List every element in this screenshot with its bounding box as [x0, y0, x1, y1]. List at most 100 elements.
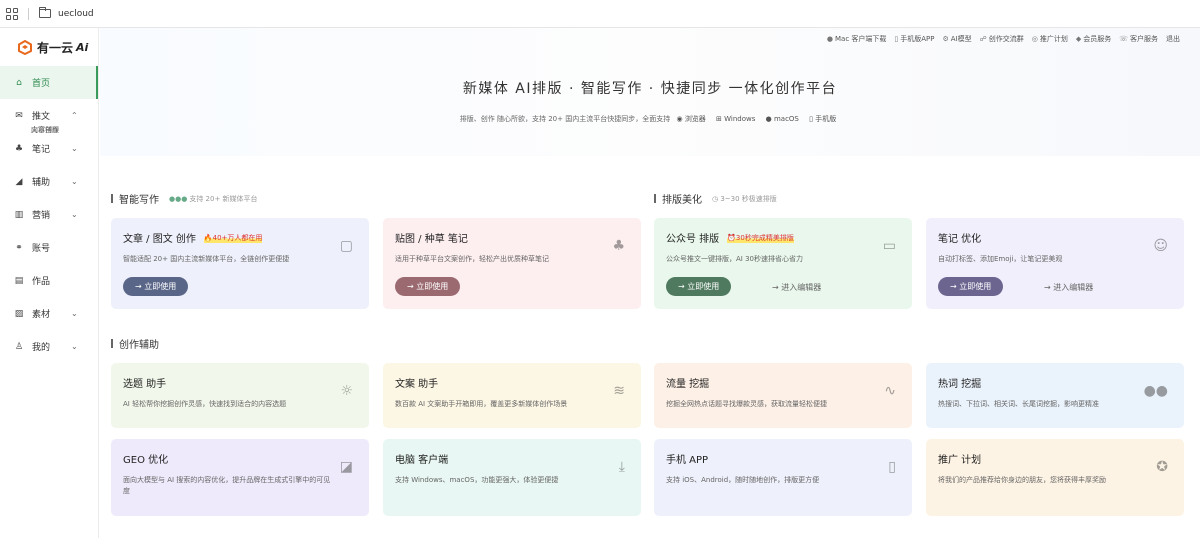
hero-banner: ● Mac 客户端下载 ▯ 手机版APP ⚙ AI模型 ☍ 创作交流群 ◎ 推广计划 ◆ 会… [100, 28, 1200, 156]
chevron-down-icon: ⌄ [71, 309, 78, 318]
button-label: 立即使用 [687, 282, 720, 291]
promotion-link[interactable]: ◎ 推广计划 [1032, 34, 1068, 44]
sidebar-item-mine[interactable]: ♙ 我的 ⌄ [0, 330, 98, 363]
ai-model-link[interactable]: ⚙ AI模型 [943, 34, 972, 44]
chevron-down-icon: ⌄ [71, 210, 78, 219]
gear-icon: ⚙ [942, 35, 949, 43]
card-desktop-client[interactable]: 电脑 客户端 支持 Windows、macOS，功能更强大，体验更便捷 ⤓ [383, 439, 641, 516]
download-icon: ⤓ [618, 459, 625, 475]
sidebar-item-works[interactable]: ▤ 作品 [0, 264, 98, 297]
phone-icon: ▯ [894, 35, 899, 43]
link-label: 进入编辑器 [1053, 283, 1094, 292]
card-title: 文案 助手 [395, 379, 439, 390]
badge-text: 30秒完成精美排版 [735, 233, 794, 242]
logo[interactable]: 有一云 Ai [0, 28, 98, 66]
card-title: 流量 挖掘 [666, 379, 710, 390]
chart-icon: ◢ [15, 176, 23, 187]
badge-text: 40+万人都在用 [212, 233, 263, 242]
sidebar-item-material[interactable]: ▨ 素材 ⌄ [0, 297, 98, 330]
card-desc: 面向大模型与 AI 搜索的内容优化，提升品牌在生成式引擎中的可见度 [123, 476, 331, 495]
card-desc: 数百款 AI 文案助手开箱即用，覆盖更多新媒体创作场景 [395, 400, 568, 408]
chevron-down-icon: ⌄ [71, 342, 78, 351]
sidebar-item-marketing[interactable]: ▥ 营销 ⌄ [0, 198, 98, 231]
support-link[interactable]: ☏ 客户服务 [1119, 34, 1158, 44]
sidebar-item-home[interactable]: ⌂ 首页 [0, 66, 98, 99]
target-icon: ◎ [1031, 35, 1038, 43]
button-label: 立即使用 [959, 282, 992, 291]
button-label: 立即使用 [416, 282, 449, 291]
sidebar-item-label: 素材 [32, 310, 51, 320]
document-icon: ▤ [14, 275, 24, 286]
card-hotword[interactable]: 热词 挖掘 热搜词、下拉词、相关词、长尾词挖掘，影响更精准 ●● [926, 363, 1184, 428]
chat-icon: ☍ [979, 35, 987, 43]
use-now-button[interactable]: → 立即使用 [938, 277, 1004, 296]
platform-logos-icon: ●●● [169, 194, 188, 203]
link-label: 客户服务 [1130, 35, 1158, 43]
logo-icon [18, 39, 32, 55]
apps-grid-icon[interactable] [6, 7, 18, 20]
browser-bar: uecloud [0, 0, 1200, 28]
note-text: 3~30 秒极速排版 [720, 194, 777, 203]
main-content: ● Mac 客户端下载 ▯ 手机版APP ⚙ AI模型 ☍ 创作交流群 ◎ 推广计划 ◆ 会… [100, 28, 1200, 538]
sidebar-item-label: 笔记 [32, 145, 51, 155]
card-note-optimize[interactable]: 笔记 优化 自动打标签、添加Emoji，让笔记更美观 ☺ → 立即使用 → 进入… [926, 218, 1184, 309]
mobile-app-link[interactable]: ▯ 手机版APP [894, 34, 934, 44]
membership-link[interactable]: ◆ 会员服务 [1076, 34, 1111, 44]
use-now-button[interactable]: → 立即使用 [395, 277, 461, 296]
card-traffic[interactable]: 流量 挖掘 挖掘全网热点话题寻找爆款灵感，获取流量轻松便捷 ∿ [654, 363, 912, 428]
platform-windows: ⊞ Windows [716, 115, 756, 123]
card-title: 笔记 优化 [938, 234, 982, 245]
use-now-button[interactable]: → 立即使用 [123, 277, 189, 296]
card-title: 热词 挖掘 [938, 379, 982, 390]
chevron-down-icon: ⌄ [71, 177, 78, 186]
chevron-down-icon: ⌄ [71, 144, 78, 153]
card-promotion[interactable]: 推广 计划 将我们的产品推荐给你身边的朋友，您将获得丰厚奖励 ✪ [926, 439, 1184, 516]
section-label: 智能写作 [119, 195, 159, 206]
sidebar-item-label: 辅助 [32, 178, 51, 188]
sidebar-item-assist[interactable]: ◢ 辅助 ⌄ [0, 165, 98, 198]
section-label: 排版美化 [662, 195, 702, 206]
dots-icon: ●● [1143, 383, 1168, 399]
card-desc: 自动打标签、添加Emoji，让笔记更美观 [938, 255, 1063, 263]
card-mobile-app[interactable]: 手机 APP 支持 iOS、Android，随时随地创作，排版更方便 ▯ [654, 439, 912, 516]
folder-icon [39, 7, 51, 18]
card-topic[interactable]: 选题 助手 AI 轻松帮你挖掘创作灵感，快速找到适合的内容选题 ☼ [111, 363, 369, 428]
note-text: 支持 20+ 新媒体平台 [189, 194, 258, 203]
card-article[interactable]: 文章 / 图文 创作 🔥40+万人都在用 智能适配 20+ 国内主流新媒体平台，全… [111, 218, 369, 309]
card-desc: 适用于种草平台文案创作，轻松产出优质种草笔记 [395, 255, 549, 263]
platform-browser: ◉ 浏览器 [676, 115, 706, 123]
sidebar-item-label: 我的 [32, 343, 51, 353]
sidebar-item-label: 营销 [32, 211, 51, 221]
card-wechat-layout[interactable]: 公众号 排版 ⏰30秒完成精美排版 公众号推文一键排版，AI 30秒速排省心省力 … [654, 218, 912, 309]
card-geo[interactable]: GEO 优化 面向大模型与 AI 搜索的内容优化，提升品牌在生成式引擎中的可见度… [111, 439, 369, 516]
button-label: 立即使用 [144, 282, 177, 291]
link-label: 会员服务 [1083, 35, 1112, 43]
phone-icon: ▯ [888, 459, 896, 475]
layers-icon: ≋ [613, 383, 625, 399]
url-text[interactable]: uecloud [58, 9, 94, 19]
section-label: 创作辅助 [119, 340, 159, 351]
sidebar: 有一云 Ai ⌂ 首页 ✉ 推文 ⌃ 文章创作 内容排版 ♣ 笔记 ⌄ ◢ 辅助 ⌄ ▥ 营销 ⌄ … [0, 28, 99, 538]
card-title: 推广 计划 [938, 455, 982, 466]
card-copywriting[interactable]: 文案 助手 数百款 AI 文案助手开箱即用，覆盖更多新媒体创作场景 ≋ [383, 363, 641, 428]
logout-link[interactable]: 退出 [1166, 34, 1180, 44]
logo-ai: Ai [76, 40, 89, 54]
sprout-icon: ♣ [14, 143, 24, 154]
platform-label: 手机版 [815, 115, 837, 123]
platform-label: macOS [773, 115, 799, 123]
sidebar-item-account[interactable]: ⚭ 账号 [0, 231, 98, 264]
community-link[interactable]: ☍ 创作交流群 [980, 34, 1024, 44]
divider [28, 7, 29, 20]
status-badge: ⏰30秒完成精美排版 [727, 232, 794, 243]
home-icon: ⌂ [16, 77, 22, 88]
mac-download-link[interactable]: ● Mac 客户端下载 [827, 34, 887, 44]
open-editor-link[interactable]: → 进入编辑器 [772, 282, 821, 293]
sidebar-item-notes[interactable]: ♣ 笔记 ⌄ [0, 132, 98, 165]
card-note[interactable]: 贴图 / 种草 笔记 适用于种草平台文案创作，轻松产出优质种草笔记 ♣ → 立即… [383, 218, 641, 309]
apple-icon: ● [826, 35, 833, 43]
section-writing-title: 智能写作 ●●● 支持 20+ 新媒体平台 [111, 191, 258, 207]
use-now-button[interactable]: → 立即使用 [666, 277, 732, 296]
open-editor-link[interactable]: → 进入编辑器 [1044, 282, 1093, 293]
section-note: ●●● 支持 20+ 新媒体平台 [169, 194, 258, 204]
top-links: ● Mac 客户端下载 ▯ 手机版APP ⚙ AI模型 ☍ 创作交流群 ◎ 推广计划 ◆ 会… [827, 34, 1180, 44]
